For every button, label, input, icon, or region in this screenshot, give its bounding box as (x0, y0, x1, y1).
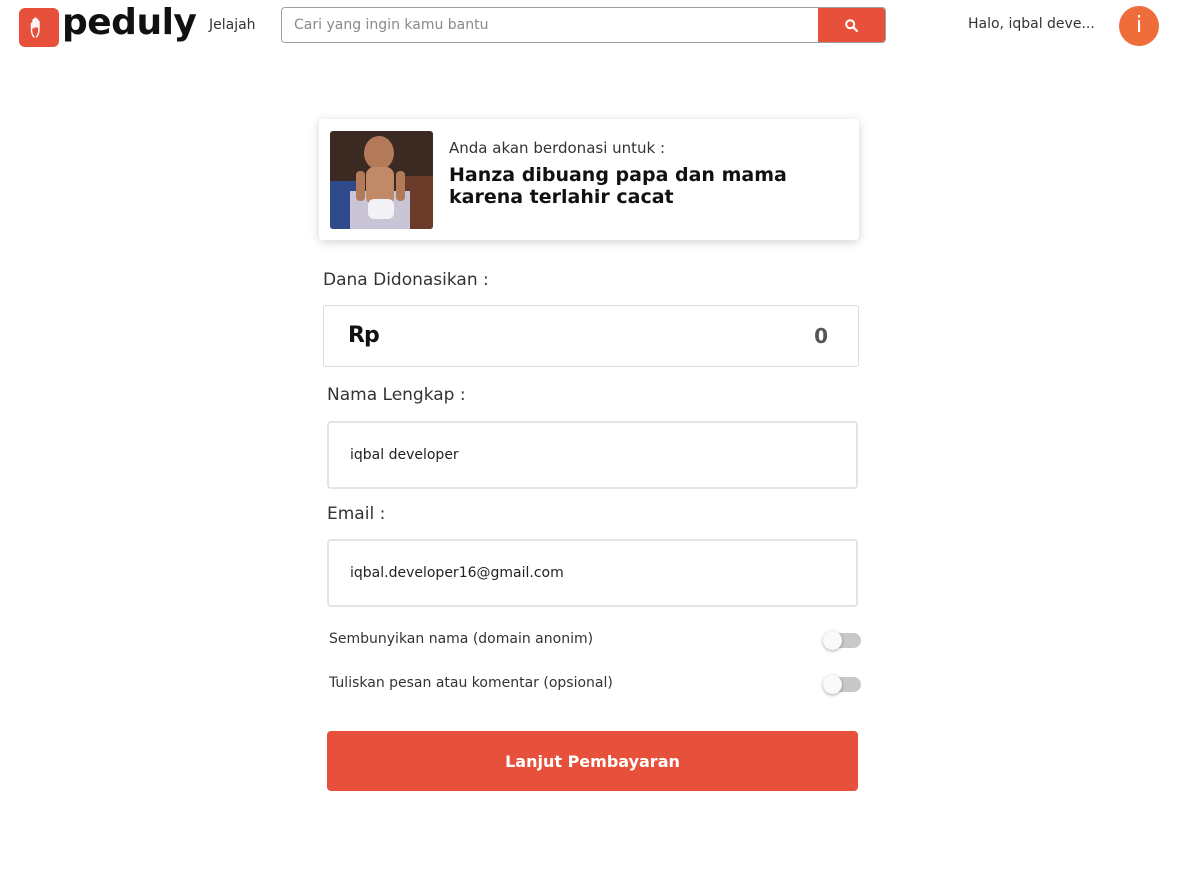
campaign-thumbnail (330, 131, 433, 229)
toggle-knob (823, 675, 842, 694)
brand-name[interactable]: peduly (62, 2, 197, 43)
search-input[interactable] (282, 8, 819, 42)
avatar[interactable]: i (1119, 6, 1159, 46)
campaign-label: Anda akan berdonasi untuk : (449, 139, 666, 157)
continue-payment-button[interactable]: Lanjut Pembayaran (327, 731, 858, 791)
email-label: Email : (327, 504, 386, 524)
anonymous-toggle-label: Sembunyikan nama (domain anonim) (329, 631, 594, 647)
search-icon (845, 19, 858, 32)
hand-icon (30, 17, 40, 38)
name-field[interactable] (327, 421, 858, 489)
comment-toggle[interactable] (823, 675, 861, 694)
amount-field: Rp (323, 305, 859, 367)
anonymous-toggle[interactable] (823, 631, 861, 650)
campaign-title[interactable]: Hanza dibuang papa dan mama karena terla… (449, 164, 839, 208)
comment-toggle-label: Tuliskan pesan atau komentar (opsional) (329, 675, 613, 691)
currency-label: Rp (348, 323, 380, 348)
amount-label: Dana Didonasikan : (323, 270, 489, 290)
campaign-card: Anda akan berdonasi untuk : Hanza dibuan… (319, 119, 859, 240)
logo-mark[interactable] (19, 8, 59, 47)
comment-toggle-row: Tuliskan pesan atau komentar (opsional) (329, 673, 861, 695)
toggle-knob (823, 631, 842, 650)
email-field[interactable] (327, 539, 858, 607)
top-navbar: peduly Jelajah Halo, iqbal deve... i (0, 0, 1185, 52)
anonymous-toggle-row: Sembunyikan nama (domain anonim) (329, 629, 861, 651)
name-label: Nama Lengkap : (327, 385, 466, 405)
search-button[interactable] (818, 8, 885, 42)
nav-link-jelajah[interactable]: Jelajah (209, 17, 256, 33)
search-bar (281, 7, 886, 43)
user-greeting[interactable]: Halo, iqbal deve... (968, 16, 1096, 32)
amount-input[interactable] (628, 324, 828, 348)
